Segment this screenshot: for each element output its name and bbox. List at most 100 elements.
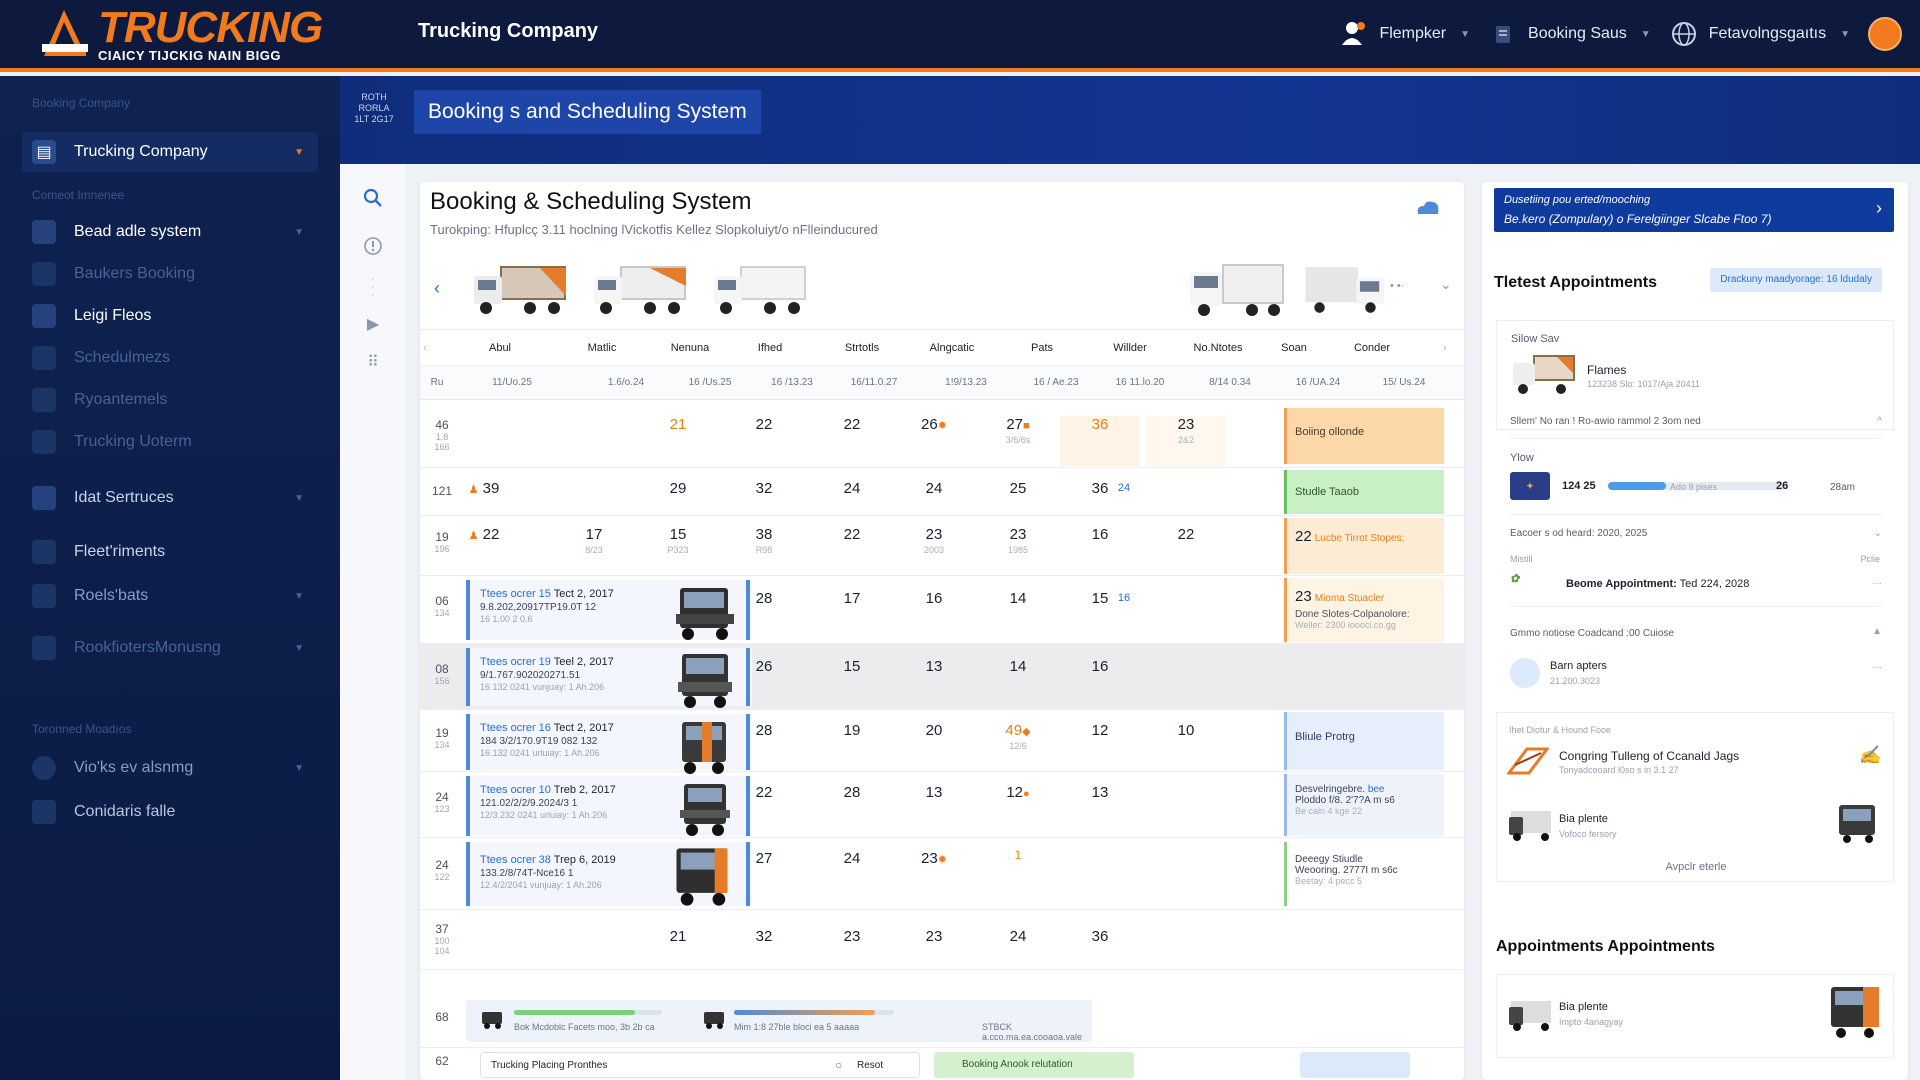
sidebar-item-monitoring[interactable]: RookfiotersMonusng ▼ [22, 628, 318, 668]
chevron-left-icon[interactable]: ‹ [420, 330, 440, 366]
schedule-cell[interactable]: 22 [724, 416, 804, 433]
play-icon[interactable]: ▶ [361, 312, 385, 336]
more-icon[interactable]: ··· [1872, 578, 1882, 589]
schedule-cell[interactable]: 13 [1060, 784, 1140, 801]
schedule-cell[interactable]: 1 [978, 848, 1058, 862]
schedule-cell[interactable]: 28 [724, 590, 804, 607]
status-cell[interactable]: Studle Taaob [1284, 470, 1444, 514]
column-header[interactable]: Soan [1254, 330, 1334, 366]
alert-icon[interactable] [361, 234, 385, 258]
schedule-cell[interactable]: 16 [894, 590, 974, 607]
column-header[interactable]: Conder [1332, 330, 1412, 366]
schedule-cell[interactable]: 24 [894, 480, 974, 497]
status-cell[interactable]: Boiing ollonde [1284, 408, 1444, 464]
sidebar-item-fleet-riments[interactable]: Fleet'riments [22, 532, 318, 572]
column-header[interactable]: Matlic [562, 330, 642, 366]
schedule-cell[interactable]: 29 [638, 480, 718, 497]
booking-card[interactable]: Ttees ocrer 15 Tect 2, 2017 9.8.202,2091… [466, 580, 752, 640]
table-row[interactable]: 24 122 Ttees ocrer 38 Trep 6, 2019 133.2/… [420, 838, 1464, 910]
column-header[interactable]: Pats [1002, 330, 1082, 366]
chevron-left-icon[interactable]: ‹ [434, 278, 440, 299]
table-row[interactable]: 37 100 104 21 32 23 23 24 36 [420, 910, 1464, 970]
schedule-cell[interactable]: 24 [812, 480, 892, 497]
cloud-icon[interactable] [1414, 196, 1442, 218]
sidebar-item-schedules[interactable]: Schedulmezs [22, 338, 318, 378]
schedule-cell[interactable]: 32 [724, 480, 804, 497]
schedule-cell[interactable]: 28 [724, 722, 804, 739]
status-cell[interactable]: Desvelringebre. bee Ploddo f/8. 2'7?A m … [1284, 774, 1444, 836]
truck-icon[interactable] [470, 260, 568, 320]
sidebar-item-roles[interactable]: Roels'bats ▼ [22, 576, 318, 616]
schedule-cell[interactable]: 26 [724, 658, 804, 675]
schedule-cell[interactable]: 23 [812, 928, 892, 945]
schedule-cell[interactable]: 22 [812, 526, 892, 543]
grid-icon[interactable]: ⠿ [361, 350, 385, 374]
schedule-cell[interactable]: 24 [978, 928, 1058, 945]
schedule-cell[interactable]: 24 [1104, 482, 1144, 494]
appointment-card[interactable]: Silow Sav Flames 123238 Slo: 1017/Aja 20… [1496, 320, 1894, 430]
promo-banner[interactable]: Dusetiing pou erted/mooching Be.kero (Zo… [1494, 188, 1894, 232]
chevron-down-icon[interactable]: ⌄ [1440, 276, 1452, 293]
column-header[interactable]: Ifhed [730, 330, 810, 366]
reset-button[interactable]: Resot [857, 1060, 883, 1071]
status-cell[interactable]: Deeegy Stiudle Weooring. 2777I m s6c Bee… [1284, 842, 1444, 906]
column-header[interactable]: Willder [1090, 330, 1170, 366]
company-logo[interactable]: TRUCKING CIAICY TIJCKIG NAIN BIGG [38, 4, 323, 64]
sidebar-item-data-services[interactable]: Idat Sertruces ▼ [22, 478, 318, 518]
schedule-cell[interactable]: 12● [978, 784, 1058, 801]
schedule-cell[interactable]: 14 [978, 590, 1058, 607]
column-header[interactable]: Nenuna [650, 330, 730, 366]
schedule-cell[interactable]: 14 [978, 658, 1058, 675]
status-cell[interactable]: 22 Lucbe Tirrot Stopes: [1284, 518, 1444, 574]
sidebar-item-fleets[interactable]: Leigi Fleos [22, 296, 318, 336]
truck-icon[interactable] [710, 260, 808, 320]
chevron-down-icon[interactable]: ⌄ [1874, 528, 1882, 539]
truck-icon[interactable] [1302, 260, 1388, 320]
schedule-cell[interactable]: 23 [894, 928, 974, 945]
schedule-cell[interactable]: 20 [894, 722, 974, 739]
booking-card[interactable]: Ttees ocrer 10 Treb 2, 2017 121.02/2/2/9… [466, 776, 752, 836]
schedule-cell[interactable]: ♟ 22 [444, 526, 524, 543]
progress-panel[interactable]: Bok Mcdoblc Facets moo, 3b 2b ca Mim 1:8… [466, 1000, 1092, 1042]
schedule-cell[interactable]: 38 R98 [724, 526, 804, 555]
table-row[interactable]: 08 156 Ttees ocrer 19 Teel 2, 2017 9/1.76… [420, 644, 1464, 710]
schedule-cell[interactable]: 24 [812, 850, 892, 867]
sidebar-company-selector[interactable]: ▤ Trucking Company ▼ [22, 132, 318, 172]
sidebar-item-views[interactable]: Vio'ks ev alsnmg ▼ [22, 748, 318, 788]
truck-icon[interactable] [1188, 260, 1286, 320]
schedule-cell[interactable]: 23 2003 [894, 526, 974, 555]
schedule-cell[interactable]: 13 [894, 784, 974, 801]
sidebar-item-trucking-system[interactable]: Trucking Uoterm [22, 422, 318, 462]
schedule-cell[interactable]: 21 [638, 416, 718, 433]
schedule-cell[interactable]: 12 [1060, 722, 1140, 739]
column-header[interactable]: No.Ntotes [1178, 330, 1258, 366]
schedule-cell[interactable]: 17 [812, 590, 892, 607]
column-header[interactable]: Alngcatic [912, 330, 992, 366]
schedule-cell[interactable]: 22 [812, 416, 892, 433]
schedule-cell[interactable]: 36 [1060, 416, 1140, 466]
booking-card[interactable]: Ttees ocrer 16 Tect 2, 2017 184 3/2/170.… [466, 714, 752, 774]
schedule-cell[interactable]: 10 [1146, 722, 1226, 739]
action-button[interactable] [1300, 1052, 1410, 1078]
column-header[interactable]: Strtotls [822, 330, 902, 366]
schedule-cell[interactable]: ♟ 39 [444, 480, 524, 497]
schedule-cell[interactable]: 36 [1060, 928, 1140, 945]
booking-card[interactable]: Ttees ocrer 38 Trep 6, 2019 133.2/8/74T-… [466, 842, 752, 906]
chevron-up-icon[interactable]: ▲ [1872, 626, 1882, 637]
chevron-up-icon[interactable]: ^ [1877, 416, 1882, 427]
schedule-cell[interactable]: 23✹ [894, 850, 974, 867]
more-appointments-link[interactable]: Avpclr eterle [1497, 861, 1895, 873]
schedule-cell[interactable]: 23 2&2 [1146, 416, 1226, 466]
table-row[interactable]: 19 196 ♟ 22 17 8/23 15 P323 38 R98 22 23 2003… [420, 516, 1464, 576]
schedule-cell[interactable]: 16 [1060, 526, 1140, 543]
column-header[interactable]: Abul [460, 330, 540, 366]
schedule-cell[interactable]: 26✹ [894, 416, 974, 433]
appointment-card[interactable]: Ihet Diotur & Hound Fooe Congring Tullen… [1496, 712, 1894, 882]
chevron-right-icon[interactable]: › [1876, 198, 1882, 219]
avatar[interactable] [1868, 17, 1902, 51]
status-cell[interactable]: Bliule Protrg [1284, 712, 1444, 770]
schedule-cell[interactable]: 49◆ 12/6 [978, 722, 1058, 751]
more-icon[interactable]: ··· [1872, 662, 1882, 673]
schedule-cell[interactable]: 27 [724, 850, 804, 867]
schedule-cell[interactable]: 23 1985 [978, 526, 1058, 555]
